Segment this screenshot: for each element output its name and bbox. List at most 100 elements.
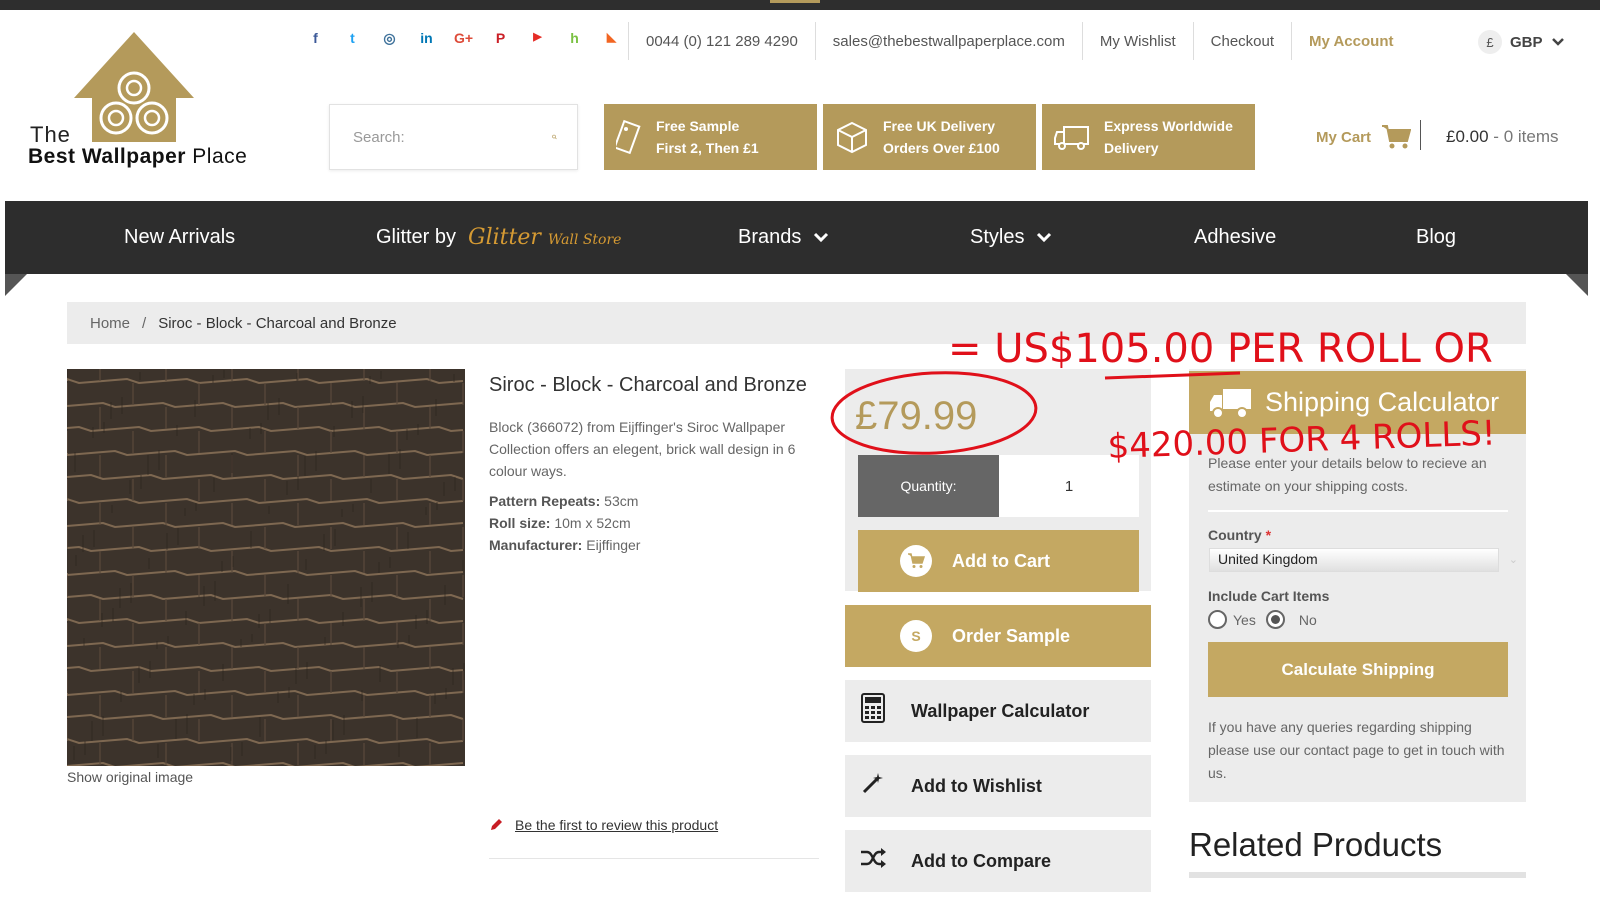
- social-links: f t ◎ in G+ P ▶ h ◣: [297, 30, 630, 47]
- quantity-input[interactable]: [999, 455, 1139, 517]
- show-original-image-link[interactable]: Show original image: [67, 769, 193, 785]
- spec-pattern-repeats: Pattern Repeats: 53cm: [489, 493, 639, 509]
- include-yes-radio[interactable]: [1208, 610, 1227, 629]
- order-sample-button[interactable]: S Order Sample: [845, 605, 1151, 667]
- pencil-icon: [491, 819, 502, 830]
- glitter-wall-store-logo: Glitter Wall Store: [468, 225, 622, 250]
- currency-label: GBP: [1510, 33, 1543, 51]
- chevron-down-icon: [1551, 38, 1564, 46]
- product-title: Siroc - Block - Charcoal and Bronze: [489, 374, 807, 396]
- breadcrumb-home[interactable]: Home: [90, 315, 130, 332]
- shipping-calculator-header: Shipping Calculator: [1189, 371, 1526, 434]
- write-review-link[interactable]: Be the first to review this product: [515, 817, 718, 833]
- promo-line2: Orders Over £100: [883, 140, 1000, 156]
- promo-free-delivery[interactable]: Free UK Delivery Orders Over £100: [823, 104, 1036, 170]
- wallpaper-pattern: [67, 369, 465, 766]
- facebook-icon[interactable]: f: [297, 30, 334, 47]
- magic-wand-icon: [859, 771, 887, 802]
- spec-manufacturer: Manufacturer: Eijffinger: [489, 537, 641, 553]
- nav-adhesive[interactable]: Adhesive: [1194, 201, 1276, 274]
- include-cart-items-label: Include Cart Items: [1208, 588, 1330, 604]
- add-to-compare-button[interactable]: Add to Compare: [845, 830, 1151, 892]
- email-link[interactable]: sales@thebestwallpaperplace.com: [816, 33, 1082, 50]
- houzz-icon[interactable]: h: [556, 30, 593, 47]
- my-cart-label: My Cart: [1316, 128, 1372, 146]
- promo-free-sample[interactable]: Free Sample First 2, Then £1: [604, 104, 817, 170]
- ribbon-fold-right: [1566, 274, 1588, 296]
- divider: [1189, 872, 1526, 878]
- wallpaper-calculator-button[interactable]: Wallpaper Calculator: [845, 680, 1151, 742]
- twitter-icon[interactable]: t: [334, 30, 371, 47]
- divider: [489, 858, 819, 859]
- promo-express-delivery[interactable]: Express Worldwide Delivery: [1042, 104, 1255, 170]
- promo-line1: Free Sample: [656, 118, 740, 134]
- chevron-down-icon: [814, 232, 829, 243]
- nav-new-arrivals[interactable]: New Arrivals: [124, 201, 235, 274]
- currency-selector[interactable]: £ GBP: [1478, 30, 1565, 54]
- shuffle-icon: [859, 847, 887, 875]
- include-cart-items-options: Yes No: [1208, 610, 1317, 629]
- divider: [1420, 120, 1421, 150]
- product-description: Block (366072) from Eijffinger's Siroc W…: [489, 419, 796, 479]
- my-wishlist-link[interactable]: My Wishlist: [1083, 33, 1193, 50]
- pound-icon: £: [1478, 30, 1502, 54]
- top-strip-accent: [770, 0, 820, 3]
- include-no-label: No: [1298, 611, 1317, 628]
- top-strip: [0, 0, 1600, 10]
- product-price: £79.99: [855, 394, 978, 438]
- shipping-intro-text: Please enter your details below to recie…: [1208, 455, 1487, 494]
- cart-icon: [900, 545, 932, 577]
- linkedin-icon[interactable]: in: [408, 30, 445, 47]
- search-icon[interactable]: [552, 127, 557, 147]
- breadcrumb-separator: /: [142, 314, 147, 332]
- instagram-icon[interactable]: ◎: [371, 30, 408, 47]
- breadcrumb-current: Siroc - Block - Charcoal and Bronze: [158, 314, 397, 332]
- house-swirl-logo-icon: [74, 32, 194, 142]
- shopping-cart-icon: [1382, 125, 1412, 149]
- quantity-control: Quantity:: [858, 455, 1139, 517]
- promo-line2: Delivery: [1104, 140, 1159, 156]
- spec-roll-size: Roll size: 10m x 52cm: [489, 515, 631, 531]
- review-prompt: Be the first to review this product: [489, 817, 718, 833]
- nav-glitter[interactable]: Glitter by Glitter Wall Store: [376, 201, 621, 274]
- promo-line2: First 2, Then £1: [656, 140, 759, 156]
- include-no-radio[interactable]: [1265, 610, 1285, 629]
- include-yes-label: Yes: [1233, 611, 1256, 628]
- top-links: 0044 (0) 121 289 4290 sales@thebestwallp…: [628, 22, 1410, 60]
- my-account-link[interactable]: My Account: [1292, 33, 1410, 50]
- product-image[interactable]: [67, 369, 465, 766]
- box-icon: [837, 121, 867, 154]
- rss-icon[interactable]: ◣: [593, 30, 630, 47]
- nav-brands[interactable]: Brands: [738, 201, 829, 274]
- nav-styles[interactable]: Styles: [970, 201, 1052, 274]
- calculator-icon: [859, 692, 887, 730]
- search-box: [329, 104, 578, 170]
- main-nav: New Arrivals Glitter by Glitter Wall Stor…: [5, 201, 1588, 274]
- product-details: Siroc - Block - Charcoal and Bronze Bloc…: [489, 370, 819, 556]
- site-logo[interactable]: The Best Wallpaper Place: [28, 30, 258, 170]
- chevron-down-icon: [1037, 232, 1052, 243]
- product-specs: Pattern Repeats: 53cm Roll size: 10m x 5…: [489, 490, 819, 556]
- google-plus-icon[interactable]: G+: [445, 30, 482, 47]
- youtube-icon[interactable]: ▶: [519, 30, 556, 47]
- add-to-cart-button[interactable]: Add to Cart: [858, 530, 1139, 592]
- shipping-footer-text: If you have any queries regarding shippi…: [1208, 719, 1505, 781]
- add-to-wishlist-button[interactable]: Add to Wishlist: [845, 755, 1151, 817]
- chevron-down-icon: ⌄: [1508, 554, 1518, 566]
- breadcrumb: Home / Siroc - Block - Charcoal and Bron…: [67, 302, 1526, 344]
- search-input[interactable]: [353, 128, 552, 146]
- nav-blog[interactable]: Blog: [1416, 201, 1456, 274]
- country-select[interactable]: United Kingdom ⌄: [1209, 548, 1518, 572]
- calculate-shipping-button[interactable]: Calculate Shipping: [1208, 642, 1508, 697]
- phone-link[interactable]: 0044 (0) 121 289 4290: [629, 33, 815, 50]
- country-label: Country *: [1208, 527, 1272, 543]
- truck-icon: [1054, 126, 1089, 150]
- cart-total[interactable]: £0.00 - 0 items: [1446, 127, 1558, 147]
- logo-name-text: Best Wallpaper Place: [28, 145, 248, 168]
- checkout-link[interactable]: Checkout: [1194, 33, 1291, 50]
- pinterest-icon[interactable]: P: [482, 30, 519, 47]
- my-cart-link[interactable]: My Cart: [1316, 124, 1412, 150]
- quantity-label: Quantity:: [858, 455, 999, 517]
- promo-line1: Free UK Delivery: [883, 118, 996, 134]
- promo-line1: Express Worldwide: [1104, 118, 1233, 134]
